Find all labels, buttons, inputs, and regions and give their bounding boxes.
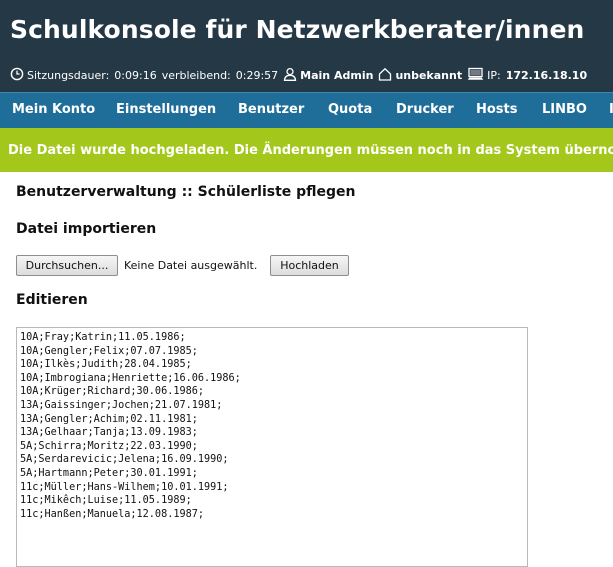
session-status-bar: Sitzungsdauer: 0:09:16 verbleibend: 0:29… [10, 66, 587, 84]
edit-section-title: Editieren [16, 292, 88, 308]
remaining-time-value: 0:29:57 [235, 68, 279, 82]
app-title: Schulkonsole für Netzwerkberater/innen [10, 15, 585, 44]
computer-icon [467, 67, 484, 84]
upload-success-banner: Die Datei wurde hochgeladen. Die Änderun… [0, 128, 613, 172]
student-list-editor[interactable]: 10A;Fray;Katrin;11.05.1986; 10A;Gengler;… [16, 327, 528, 567]
nav-item-benutzer[interactable]: Benutzer [238, 102, 304, 117]
nav-item-mein-konto[interactable]: Mein Konto [12, 102, 95, 117]
import-section-title: Datei importieren [16, 221, 157, 237]
house-icon [378, 67, 392, 84]
session-duration-label: Sitzungsdauer: [27, 68, 110, 82]
browse-button[interactable]: Durchsuchen... [16, 255, 118, 276]
nav-item-hosts[interactable]: Hosts [476, 102, 518, 117]
session-duration-value: 0:09:16 [114, 68, 157, 82]
banner-message: Die Datei wurde hochgeladen. Die Änderun… [8, 143, 613, 158]
page-title: Benutzerverwaltung :: Schülerliste pfleg… [16, 184, 356, 200]
current-room-name: unbekannt [395, 68, 463, 82]
clock-icon [10, 67, 24, 84]
remaining-label: verbleibend: [161, 68, 231, 82]
upload-button[interactable]: Hochladen [270, 255, 349, 276]
nav-item-quota[interactable]: Quota [328, 102, 372, 117]
user-icon [283, 67, 297, 84]
nav-item-drucker[interactable]: Drucker [396, 102, 454, 117]
nav-item-linbo[interactable]: LINBO [542, 102, 587, 117]
nav-item-einstellungen[interactable]: Einstellungen [116, 102, 216, 117]
ip-address-value: 172.16.18.10 [505, 68, 588, 82]
main-navigation: Mein Konto Einstellungen Benutzer Quota … [0, 92, 613, 128]
ip-label: IP: [487, 68, 501, 82]
nav-item-overflow[interactable]: I [609, 102, 613, 117]
app-header: Schulkonsole für Netzwerkberater/innen S… [0, 0, 613, 92]
current-user-name: Main Admin [300, 68, 374, 82]
no-file-selected-label: Keine Datei ausgewählt. [124, 259, 258, 272]
